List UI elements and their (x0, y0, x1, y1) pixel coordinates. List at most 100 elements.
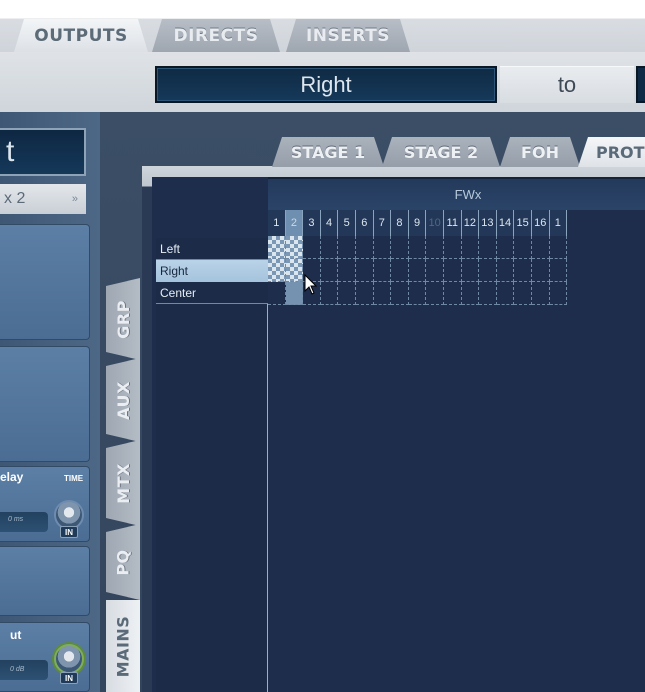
tab-outputs[interactable]: OUTPUTS (14, 19, 148, 52)
routing-cell[interactable] (268, 259, 286, 282)
tab-stage-2[interactable]: STAGE 2 (382, 137, 500, 167)
column-number: 5 (338, 210, 356, 236)
tab-prot[interactable]: PROT (578, 137, 645, 167)
routing-cell[interactable] (461, 236, 480, 259)
row-label-column (156, 238, 268, 692)
tab-stage-1[interactable]: STAGE 1 (272, 137, 384, 167)
matrix-title: FWx (454, 187, 482, 202)
tab-aux[interactable]: AUX (106, 358, 140, 442)
column-number: 6 (355, 210, 374, 236)
column-number: 2 (285, 210, 304, 236)
column-number-row: 1 2 3 4 5 6 7 8 9 10 11 12 13 14 15 16 1 (268, 210, 568, 236)
routing-cell[interactable] (391, 236, 409, 259)
routing-cell[interactable] (285, 259, 304, 282)
gain-in-button[interactable]: IN (60, 672, 78, 684)
routing-cell[interactable] (373, 259, 392, 282)
channel-name-display[interactable]: t (0, 128, 86, 176)
routing-cell[interactable] (549, 236, 568, 259)
routing-cell[interactable] (426, 282, 444, 305)
row-right-label: Right (160, 264, 189, 278)
tab-directs-label: DIRECTS (173, 25, 259, 46)
routing-cell[interactable] (373, 236, 392, 259)
routing-cell[interactable] (443, 282, 462, 305)
tab-mains-label: MAINS (113, 615, 133, 677)
routing-cell[interactable] (355, 259, 374, 282)
row-right[interactable]: Right (156, 260, 268, 282)
routing-cell[interactable] (285, 236, 304, 259)
row-left[interactable]: Left (156, 238, 268, 260)
routing-cell[interactable] (268, 236, 286, 259)
cursor-arrow-icon (304, 274, 318, 295)
routing-cell[interactable] (514, 259, 532, 282)
routing-cell[interactable] (549, 282, 568, 305)
tab-stage-2-label: STAGE 2 (403, 142, 479, 162)
delay-in-button[interactable]: IN (60, 526, 78, 538)
tab-grp-label: GRP (113, 299, 133, 339)
delay-value: 0 ms (8, 516, 24, 523)
routing-cell[interactable] (461, 282, 480, 305)
column-number: 10 (426, 210, 444, 236)
gain-knob-icon[interactable] (54, 644, 84, 674)
routing-cell[interactable] (355, 282, 374, 305)
routing-cell[interactable] (479, 259, 497, 282)
routing-cell[interactable] (496, 282, 515, 305)
routing-cell[interactable] (426, 236, 444, 259)
routing-cell[interactable] (391, 259, 409, 282)
routing-cell[interactable] (479, 236, 497, 259)
channel-name-text: t (6, 135, 15, 168)
routing-cell[interactable] (320, 282, 339, 305)
routing-cell[interactable] (426, 259, 444, 282)
routing-cell[interactable] (408, 282, 427, 305)
routing-cell[interactable] (549, 259, 568, 282)
routing-cell[interactable] (514, 282, 532, 305)
routing-cell[interactable] (443, 259, 462, 282)
tab-pq[interactable]: PQ (106, 524, 140, 600)
routing-cell[interactable] (320, 236, 339, 259)
row-center[interactable]: Center (156, 282, 268, 304)
routing-cell[interactable] (443, 236, 462, 259)
source-name-text: Right (300, 71, 352, 97)
tab-directs[interactable]: DIRECTS (152, 19, 280, 52)
routing-cell[interactable] (531, 282, 550, 305)
column-number: 1 (268, 210, 286, 236)
tab-grp[interactable]: GRP (106, 278, 140, 360)
tab-mains[interactable]: MAINS (106, 600, 140, 692)
routing-cell[interactable] (461, 259, 480, 282)
routing-cell[interactable] (373, 282, 392, 305)
column-number: 11 (443, 210, 462, 236)
routing-cell[interactable] (531, 236, 550, 259)
routing-cell[interactable] (320, 259, 339, 282)
routing-cell[interactable] (338, 282, 356, 305)
routing-cell[interactable] (303, 236, 321, 259)
routing-cell[interactable] (496, 236, 515, 259)
delay-label: elay (0, 470, 24, 484)
cell-row (268, 236, 568, 259)
channel-format-selector[interactable]: x 2 » (0, 184, 86, 214)
routing-cell[interactable] (531, 259, 550, 282)
column-number: 8 (391, 210, 409, 236)
routing-cell[interactable] (268, 282, 286, 305)
tab-foh[interactable]: FOH (500, 137, 580, 167)
routing-cell[interactable] (355, 236, 374, 259)
channel-format-text: x 2 (4, 190, 26, 207)
routing-cell[interactable] (338, 236, 356, 259)
tab-inserts[interactable]: INSERTS (286, 19, 410, 52)
strip-section-middle (0, 346, 90, 462)
routing-cell[interactable] (479, 282, 497, 305)
routing-cell[interactable] (391, 282, 409, 305)
routing-cell[interactable] (285, 282, 304, 305)
tab-mtx-label: MTX (113, 462, 133, 504)
routing-cell[interactable] (338, 259, 356, 282)
time-label: TIME (64, 474, 84, 483)
routing-cell[interactable] (408, 236, 427, 259)
routing-cell[interactable] (408, 259, 427, 282)
fast-forward-icon: » (71, 193, 78, 205)
destination-display[interactable] (636, 66, 645, 103)
routing-cell[interactable] (514, 236, 532, 259)
source-name-display[interactable]: Right (155, 66, 497, 103)
tab-mtx[interactable]: MTX (106, 440, 140, 526)
gain-value: 0 dB (10, 666, 25, 673)
routing-cell[interactable] (496, 259, 515, 282)
output-label: ut (10, 628, 22, 642)
column-number: 3 (303, 210, 321, 236)
